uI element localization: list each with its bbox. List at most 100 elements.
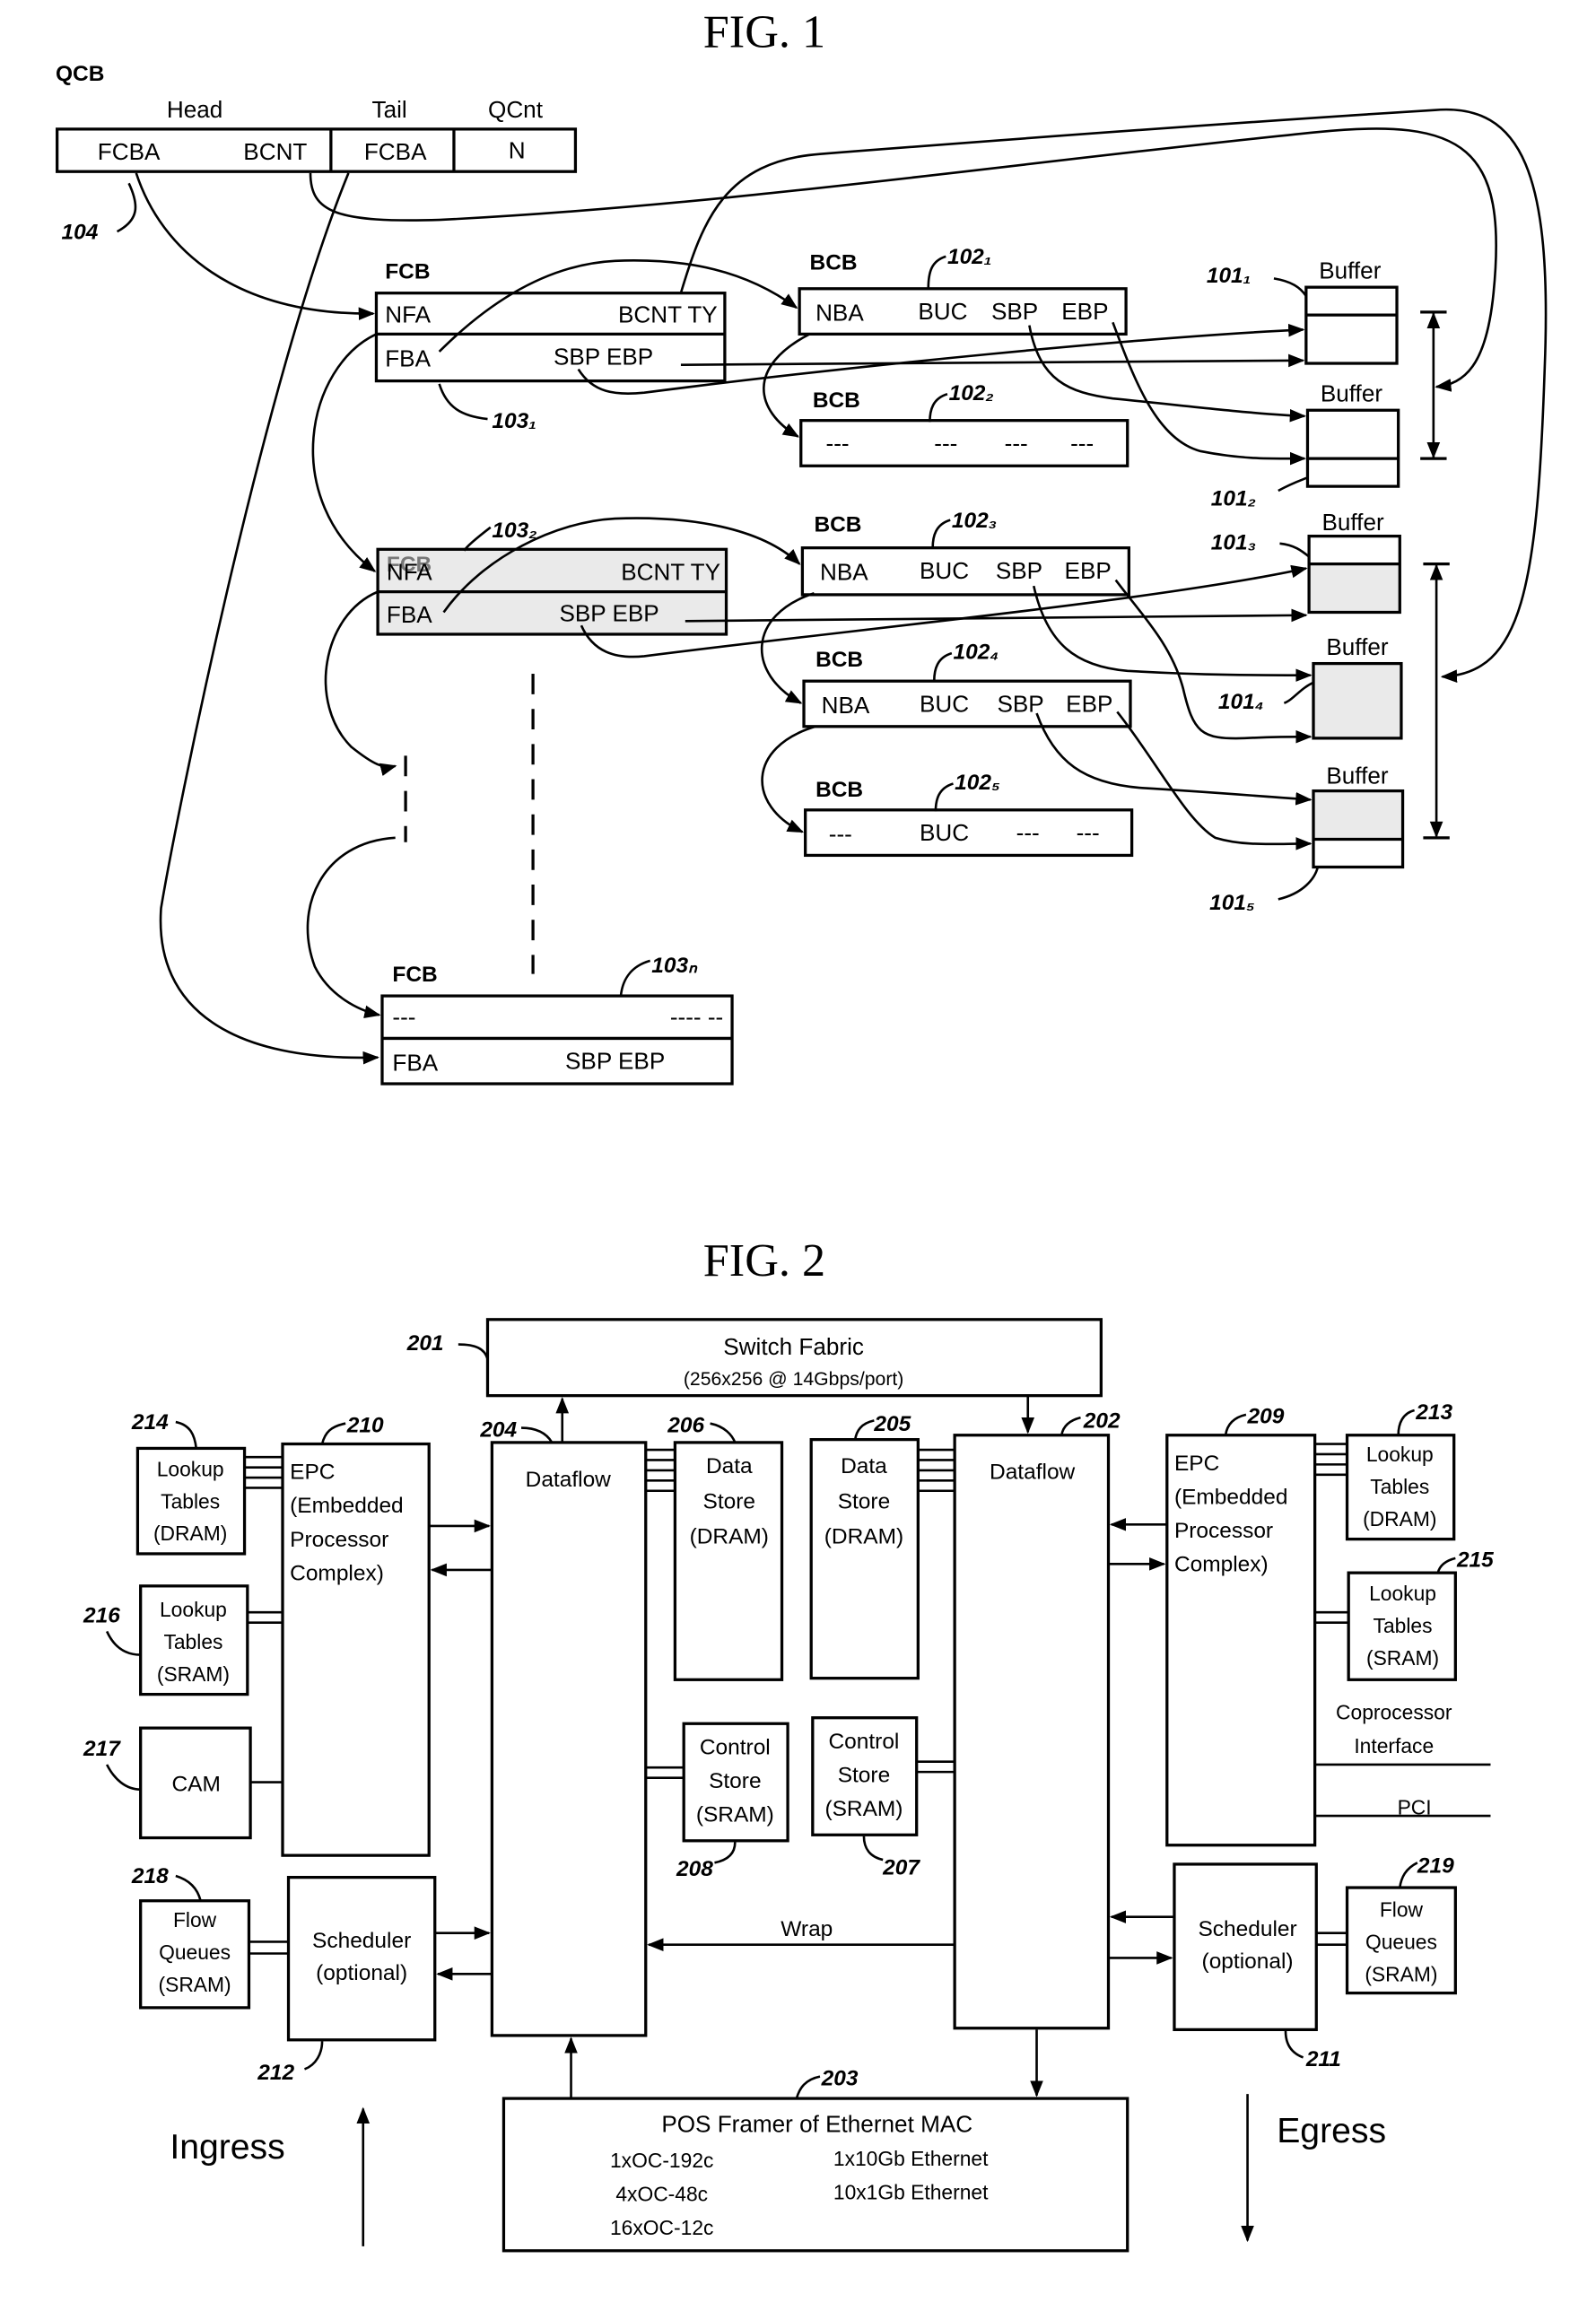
dataflow-ingress-box (490, 1441, 648, 2037)
fcb-label: FCB (385, 259, 430, 283)
bcb-field-buc: BUC (920, 690, 969, 717)
fcb-1: FCB NFA BCNT TY FBA SBP EBP 103₁ (374, 259, 727, 433)
data-store-line: (DRAM) (824, 1525, 903, 1549)
control-store-line: (SRAM) (696, 1803, 774, 1827)
pos-framer-title: POS Framer of Ethernet MAC (661, 2111, 972, 2138)
dataflow-egress-box (953, 1434, 1111, 2030)
control-store-207: Control Store (SRAM) 207 (811, 1716, 955, 1879)
scheduler-line: (optional) (316, 1961, 407, 1985)
epc-line: Complex) (290, 1561, 384, 1585)
ref-203: 203 (821, 2066, 859, 2090)
pci-label: PCI (1398, 1795, 1432, 1818)
ref-101-5: 101₅ (1209, 891, 1255, 915)
control-store-208: Control Store (SRAM) 208 (645, 1722, 789, 1881)
scheduler-line: Scheduler (1198, 1917, 1296, 1941)
qcb-field-tail-fcba: FCBA (364, 138, 427, 165)
bcb-label: BCB (815, 648, 863, 672)
pos-framer-option: 4xOC-48c (615, 2182, 708, 2205)
data-store-line: Data (841, 1454, 887, 1478)
bcb-field-ebp: EBP (1061, 298, 1108, 325)
wrap-label: Wrap (781, 1917, 833, 1941)
fcb-field-sbp-ebp: SBP EBP (559, 599, 658, 626)
ref-102-1: 102₁ (947, 245, 991, 269)
qcb-label: QCB (56, 62, 104, 86)
bus-lines (645, 1448, 676, 1493)
dataflow-ingress: Dataflow 204 (479, 1397, 648, 2037)
ref-211: 211 (1305, 2047, 1341, 2071)
control-store-line: Store (838, 1764, 890, 1788)
buffer-5: Buffer 101₅ (1209, 762, 1405, 915)
ref-216: 216 (83, 1604, 120, 1628)
switch-fabric: Switch Fabric (256x256 @ 14Gbps/port) 20… (406, 1318, 1103, 1398)
ingress-label: Ingress (170, 2128, 284, 2167)
fcb-field-sbp-ebp: SBP EBP (554, 344, 653, 371)
epc-line: (Embedded (290, 1494, 404, 1518)
buffer-label: Buffer (1319, 257, 1381, 283)
buffer-label: Buffer (1321, 379, 1382, 406)
scheduler-box (286, 1875, 437, 2042)
ref-207: 207 (882, 1855, 920, 1879)
epc-line: EPC (290, 1461, 335, 1485)
lookup-214: Lookup Tables (DRAM) 214 (131, 1410, 283, 1556)
bcb-field-nba: NBA (822, 692, 870, 719)
scheduler-line: (optional) (1202, 1949, 1294, 1974)
lookup-line: Tables (163, 1630, 222, 1653)
qcb-tail-header: Tail (372, 96, 407, 123)
fcb-field-fba: FBA (387, 601, 432, 628)
bcb-5: BCB 102₅ --- BUC --- --- (804, 771, 1134, 858)
bcb-field: --- (1077, 819, 1100, 846)
bcb-field: --- (1070, 430, 1094, 457)
fcb-field-nfa: NFA (387, 559, 432, 586)
fcb-field-sbp-ebp: SBP EBP (565, 1048, 665, 1075)
ref-102-5: 102₅ (955, 771, 1000, 795)
lookup-line: Tables (1374, 1614, 1433, 1637)
flow-queues-218: Flow Queues (SRAM) 218 (131, 1864, 289, 2010)
epc-210: EPC (Embedded Processor Complex) 210 (281, 1413, 493, 1857)
bcb-1: BCB 102₁ NBA BUC SBP EBP (798, 245, 1128, 336)
fcb-field-fba: FBA (392, 1049, 438, 1076)
lookup-line: (DRAM) (1363, 1507, 1436, 1530)
pos-framer-option: 1x10Gb Ethernet (833, 2147, 989, 2170)
fcb-field-fba: FBA (385, 344, 431, 371)
ref-218: 218 (131, 1864, 169, 1888)
epc-209: EPC (Embedded Processor Complex) 209 Cop… (1108, 1405, 1491, 1847)
qcb-field-head-fcba: FCBA (98, 138, 161, 165)
coprocessor-label: Interface (1354, 1734, 1434, 1757)
lookup-line: Lookup (160, 1598, 227, 1621)
ref-205: 205 (873, 1412, 911, 1436)
epc-line: EPC (1174, 1452, 1219, 1476)
patent-figures: FIG. 1 QCB Head Tail QCnt FCBA BCNT FCBA… (56, 5, 1548, 2253)
control-store-line: Store (709, 1769, 761, 1793)
lookup-line: Tables (1370, 1475, 1429, 1498)
switch-fabric-title: Switch Fabric (723, 1333, 864, 1360)
bcb-label: BCB (815, 778, 863, 802)
ref-209: 209 (1247, 1405, 1285, 1429)
scheduler-box (1173, 1862, 1318, 2032)
bcb-field: --- (1005, 430, 1028, 457)
lookup-line: (SRAM) (157, 1662, 230, 1686)
scheduler-211: Scheduler (optional) 211 (1108, 1862, 1341, 2071)
lookup-line: Lookup (1369, 1582, 1436, 1605)
lookup-216: Lookup Tables (SRAM) 216 (83, 1584, 283, 1696)
flow-queues-line: Queues (159, 1940, 231, 1964)
lookup-line: (DRAM) (153, 1522, 227, 1545)
bcb-label: BCB (814, 513, 861, 537)
ref-103-1: 103₁ (492, 409, 536, 433)
bcb-field-buc: BUC (918, 298, 967, 325)
coprocessor-label: Coprocessor (1336, 1700, 1452, 1723)
lookup-215: Lookup Tables (SRAM) 215 (1314, 1548, 1494, 1681)
epc-line: Complex) (1174, 1553, 1269, 1577)
bcb-field-sbp: SBP (997, 690, 1043, 717)
ref-213: 213 (1415, 1400, 1452, 1425)
cam-label: CAM (172, 1772, 221, 1796)
scheduler-212: Scheduler (optional) 212 (257, 1875, 493, 2085)
fcb-field-bcnt-ty: BCNT TY (618, 301, 718, 327)
fcb-field-1: --- (392, 1004, 415, 1031)
buffer-box (1305, 408, 1400, 488)
fcb-field-nfa: NFA (385, 301, 431, 327)
ref-102-2: 102₂ (949, 381, 994, 406)
ref-208: 208 (676, 1857, 713, 1881)
ref-101-4: 101₄ (1218, 690, 1264, 714)
qcb-head-header: Head (167, 96, 222, 123)
buffer-label: Buffer (1326, 633, 1388, 660)
